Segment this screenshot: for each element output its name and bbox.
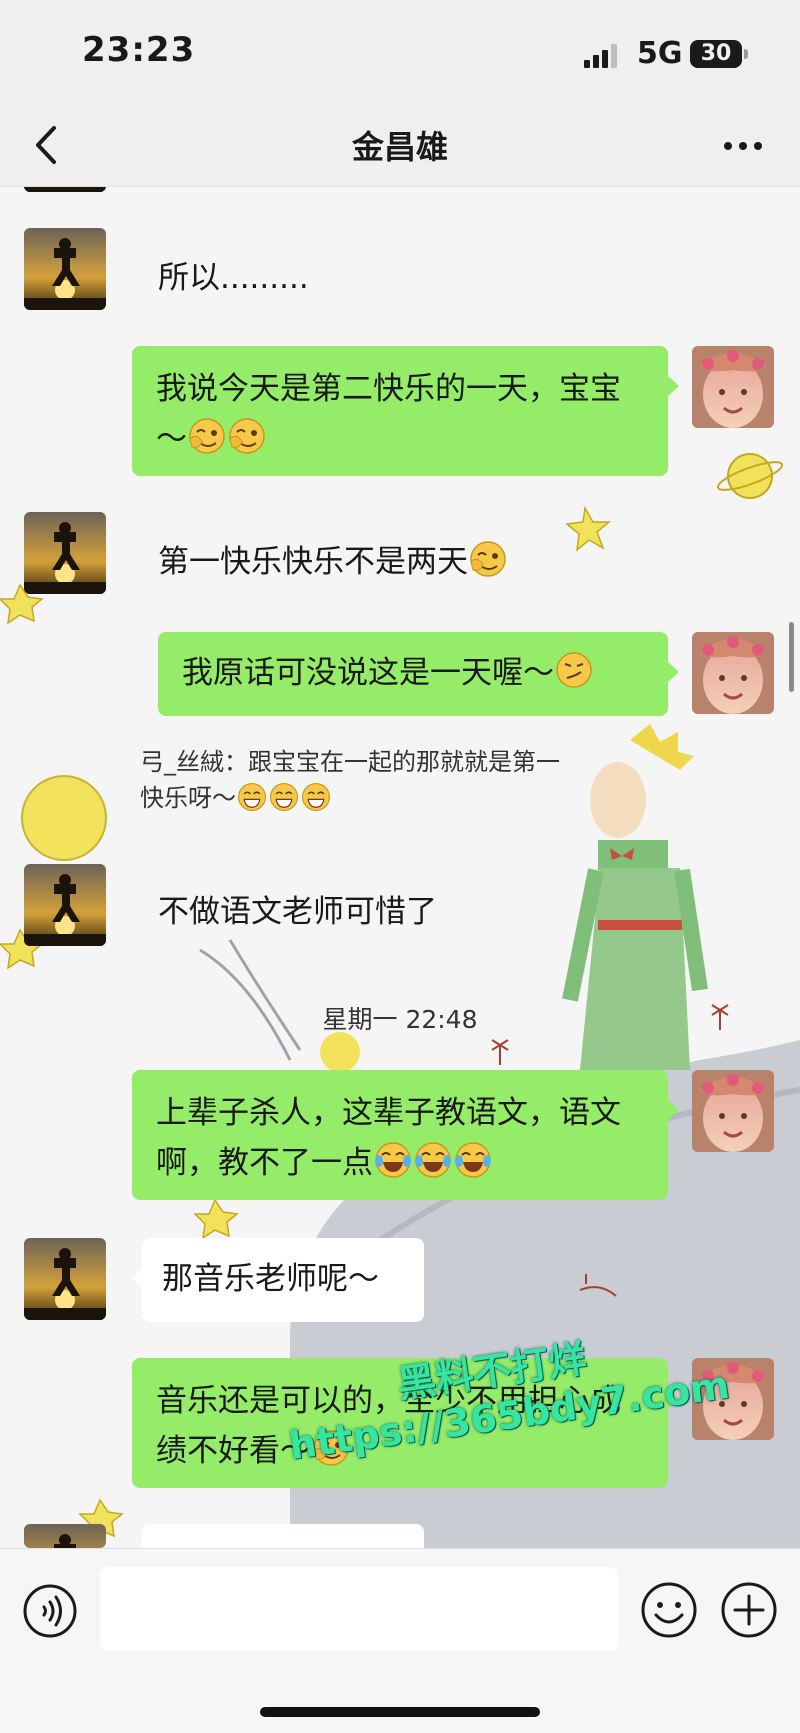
bubble-tail xyxy=(668,1100,679,1120)
quote-text: 跟宝宝在一起的那就就是第一 xyxy=(248,748,560,776)
message-bubble-self: 我原话可没说这是一天喔～ xyxy=(158,632,668,716)
battery-tip xyxy=(744,49,748,59)
quote-sender: 弓_丝絨： xyxy=(140,748,248,776)
wink-emoji-icon xyxy=(189,418,225,454)
message-input-field[interactable] xyxy=(100,1567,618,1651)
tears-of-joy-emoji-icon xyxy=(454,1142,492,1178)
message-bubble-self: 我说今天是第二快乐的一天，宝宝～ xyxy=(132,346,668,476)
message-bubble-other: 那音乐老师呢～ xyxy=(142,1238,424,1322)
battery-level: 30 xyxy=(690,40,742,68)
add-more-icon[interactable] xyxy=(720,1581,778,1639)
quote-text: 快乐呀～ xyxy=(140,784,236,812)
contact-avatar[interactable] xyxy=(24,1524,106,1548)
message-text: 所以......... xyxy=(158,260,309,296)
more-options-icon[interactable] xyxy=(718,126,768,166)
home-indicator[interactable] xyxy=(260,1707,540,1717)
message-text: 不做语文老师可惜了 xyxy=(158,894,437,930)
wink-emoji-icon xyxy=(229,418,265,454)
contact-avatar[interactable] xyxy=(24,1238,106,1320)
bubble-tail xyxy=(668,376,679,396)
message-text: 那音乐老师呢～ xyxy=(162,1261,379,1297)
emoji-icon[interactable] xyxy=(640,1581,698,1639)
self-avatar[interactable] xyxy=(692,632,774,714)
message-text: 我原话可没说这是一天喔～ xyxy=(182,655,554,691)
contact-avatar[interactable] xyxy=(24,228,106,310)
tears-of-joy-emoji-icon xyxy=(374,1142,412,1178)
self-avatar[interactable] xyxy=(692,1070,774,1152)
message-bubble-self: 上辈子杀人，这辈子教语文，语文啊，教不了一点 xyxy=(132,1070,668,1200)
message-text-row: 第一快乐快乐不是两天 xyxy=(158,536,508,581)
network-type: 5G xyxy=(637,36,683,71)
smirk-emoji-icon xyxy=(556,652,592,688)
self-avatar[interactable] xyxy=(692,346,774,428)
grin-emoji-icon xyxy=(301,782,331,812)
contact-avatar[interactable] xyxy=(24,864,106,946)
message-bubble-other xyxy=(142,1524,424,1548)
grin-emoji-icon xyxy=(237,782,267,812)
chat-title: 金昌雄 xyxy=(351,128,448,166)
chat-header: 金昌雄 xyxy=(0,108,800,187)
tears-of-joy-emoji-icon xyxy=(414,1142,452,1178)
scrollbar[interactable] xyxy=(789,622,794,692)
signal-strength-icon xyxy=(584,44,617,68)
message-text: 第一快乐快乐不是两天 xyxy=(158,544,468,580)
bubble-tail xyxy=(668,662,679,682)
contact-avatar[interactable] xyxy=(24,512,106,594)
wink-emoji-icon xyxy=(470,541,506,577)
chat-timestamp: 星期一 22:48 xyxy=(322,1005,478,1034)
status-bar: 23:23 5G 30 xyxy=(0,0,800,108)
message-input-bar xyxy=(0,1548,800,1733)
status-time: 23:23 xyxy=(82,30,196,70)
voice-input-icon[interactable] xyxy=(22,1583,78,1639)
grin-emoji-icon xyxy=(269,782,299,812)
quoted-message[interactable]: 弓_丝絨：跟宝宝在一起的那就就是第一 快乐呀～ xyxy=(140,744,660,816)
